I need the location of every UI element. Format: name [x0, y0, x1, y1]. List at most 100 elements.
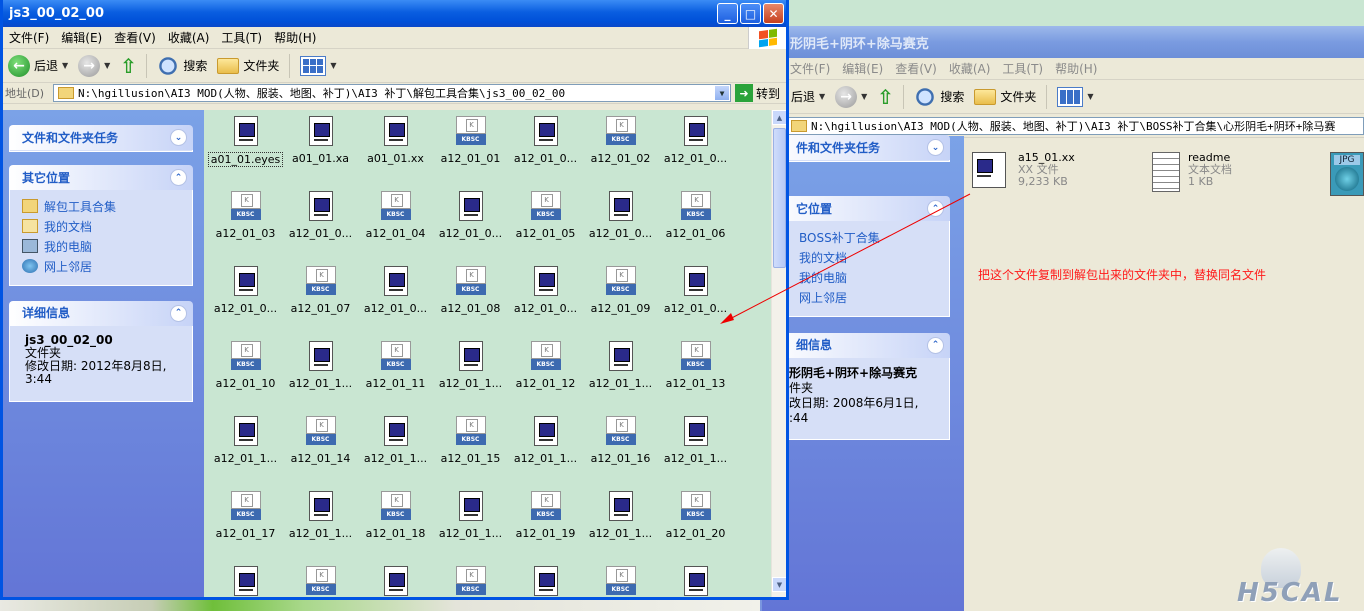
back-back-button[interactable]: 后退 ▼: [788, 86, 828, 107]
back-place-boss[interactable]: BOSS补丁合集: [787, 227, 949, 247]
file-item[interactable]: [508, 566, 583, 597]
chevron-up-icon[interactable]: ⌃: [927, 337, 944, 354]
file-item[interactable]: KBSC a12_01_06: [658, 191, 733, 240]
file-item[interactable]: KBSC a12_01_17: [208, 491, 283, 540]
file-item[interactable]: KBSC: [433, 566, 508, 597]
file-item[interactable]: KBSC a12_01_18: [358, 491, 433, 540]
file-item[interactable]: a12_01_1...: [583, 491, 658, 540]
file-item[interactable]: a12_01_0...: [433, 191, 508, 240]
back-file-jpg[interactable]: JPG: [1330, 152, 1364, 196]
back-place-my-computer[interactable]: 我的电脑: [787, 267, 949, 287]
back-place-network[interactable]: 网上邻居: [787, 287, 949, 307]
file-item[interactable]: KBSC a12_01_20: [658, 491, 733, 540]
folders-button[interactable]: 文件夹: [214, 55, 282, 76]
file-item[interactable]: KBSC a12_01_01: [433, 116, 508, 165]
place-my-documents[interactable]: 我的文档: [10, 216, 192, 236]
file-list-view[interactable]: a01_01.eyes a01_01.xa a01_01.xx KBSC a12_01_…: [204, 110, 771, 597]
back-folders-button[interactable]: 文件夹: [971, 86, 1039, 107]
tasks-header[interactable]: 文件和文件夹任务 ⌄: [9, 125, 193, 150]
chevron-down-icon[interactable]: ⌄: [170, 129, 187, 146]
back-details-header[interactable]: 细信息 ⌃: [768, 333, 950, 358]
file-item[interactable]: KBSC a12_01_08: [433, 266, 508, 315]
file-item[interactable]: KBSC a12_01_04: [358, 191, 433, 240]
places-header[interactable]: 其它位置 ⌃: [9, 165, 193, 190]
address-input[interactable]: N:\hgillusion\AI3 MOD(人物、服装、地图、补丁)\AI3 补…: [53, 84, 731, 102]
file-item[interactable]: KBSC a12_01_07: [283, 266, 358, 315]
place-unpack-tools[interactable]: 解包工具合集: [10, 196, 192, 216]
file-item[interactable]: KBSC a12_01_09: [583, 266, 658, 315]
chevron-up-icon[interactable]: ⌃: [170, 169, 187, 186]
file-item[interactable]: KBSC: [583, 566, 658, 597]
place-network[interactable]: 网上邻居: [10, 256, 192, 276]
file-item[interactable]: KBSC a12_01_03: [208, 191, 283, 240]
maximize-icon[interactable]: □: [740, 3, 761, 24]
back-menu-tools[interactable]: 工具(T): [996, 60, 1049, 77]
file-item[interactable]: a12_01_1...: [358, 416, 433, 465]
file-item[interactable]: KBSC a12_01_16: [583, 416, 658, 465]
back-button[interactable]: ← 后退 ▼: [5, 53, 71, 79]
back-menu-help[interactable]: 帮助(H): [1049, 60, 1103, 77]
views-button[interactable]: ▼: [297, 54, 339, 78]
file-item[interactable]: KBSC a12_01_05: [508, 191, 583, 240]
details-header[interactable]: 详细信息 ⌃: [9, 301, 193, 326]
address-dropdown-icon[interactable]: ▼: [713, 85, 730, 101]
front-title-bar[interactable]: js3_00_02_00 _ □ ✕: [3, 0, 786, 27]
file-item[interactable]: KBSC a12_01_19: [508, 491, 583, 540]
file-item[interactable]: KBSC a12_01_14: [283, 416, 358, 465]
back-menu-file[interactable]: 文件(F): [784, 60, 836, 77]
file-item[interactable]: KBSC a12_01_12: [508, 341, 583, 390]
back-title-bar[interactable]: 形阴毛+阴环+除马赛克: [762, 26, 1364, 58]
file-item[interactable]: a12_01_1...: [433, 341, 508, 390]
file-item[interactable]: a12_01_0...: [208, 266, 283, 315]
go-button[interactable]: ➜ 转到: [734, 84, 786, 102]
file-item[interactable]: a12_01_0...: [508, 266, 583, 315]
file-item[interactable]: KBSC a12_01_11: [358, 341, 433, 390]
back-forward-button[interactable]: → ▼: [832, 84, 870, 110]
menu-favorites[interactable]: 收藏(A): [162, 29, 216, 46]
file-item[interactable]: a01_01.xx: [358, 116, 433, 165]
dropdown-arrow-icon[interactable]: ▼: [62, 61, 68, 70]
file-item[interactable]: a12_01_1...: [283, 491, 358, 540]
back-search-button[interactable]: 搜索: [911, 84, 967, 110]
file-item[interactable]: a12_01_0...: [358, 266, 433, 315]
back-places-header[interactable]: 它位置 ⌃: [768, 196, 950, 221]
file-item[interactable]: a01_01.eyes: [208, 116, 283, 167]
file-item[interactable]: KBSC a12_01_10: [208, 341, 283, 390]
vertical-scrollbar[interactable]: ▲ ▼: [771, 110, 786, 597]
menu-edit[interactable]: 编辑(E): [55, 29, 108, 46]
chevron-up-icon[interactable]: ⌃: [927, 200, 944, 217]
back-place-my-documents[interactable]: 我的文档: [787, 247, 949, 267]
back-file-a15[interactable]: a15_01.xx XX 文件 9,233 KB: [970, 152, 1075, 192]
dropdown-arrow-icon[interactable]: ▼: [861, 92, 867, 101]
back-menu-view[interactable]: 查看(V): [889, 60, 943, 77]
back-file-readme[interactable]: readme 文本文档 1 KB: [1152, 152, 1232, 192]
minimize-icon[interactable]: _: [717, 3, 738, 24]
file-item[interactable]: a12_01_1...: [583, 341, 658, 390]
menu-file[interactable]: 文件(F): [3, 29, 55, 46]
back-menu-edit[interactable]: 编辑(E): [836, 60, 889, 77]
file-item[interactable]: KBSC a12_01_13: [658, 341, 733, 390]
dropdown-arrow-icon[interactable]: ▼: [819, 92, 825, 101]
menu-tools[interactable]: 工具(T): [215, 29, 268, 46]
search-button[interactable]: 搜索: [154, 53, 210, 79]
chevron-down-icon[interactable]: ⌄: [927, 139, 944, 156]
close-icon[interactable]: ✕: [763, 3, 784, 24]
menu-help[interactable]: 帮助(H): [268, 29, 322, 46]
file-item[interactable]: KBSC a12_01_15: [433, 416, 508, 465]
file-item[interactable]: a12_01_1...: [433, 491, 508, 540]
forward-button[interactable]: → ▼: [75, 53, 113, 79]
file-item[interactable]: [658, 566, 733, 597]
file-item[interactable]: [358, 566, 433, 597]
dropdown-arrow-icon[interactable]: ▼: [104, 61, 110, 70]
scroll-thumb[interactable]: [773, 128, 786, 268]
back-up-folder-icon[interactable]: ⇧: [874, 85, 896, 109]
file-item[interactable]: a12_01_0...: [658, 266, 733, 315]
scroll-down-icon[interactable]: ▼: [772, 577, 786, 592]
back-views-button[interactable]: ▼: [1054, 85, 1096, 109]
place-my-computer[interactable]: 我的电脑: [10, 236, 192, 256]
back-menu-favorites[interactable]: 收藏(A): [943, 60, 997, 77]
up-folder-icon[interactable]: ⇧: [117, 54, 139, 78]
file-item[interactable]: a12_01_0...: [583, 191, 658, 240]
file-item[interactable]: a12_01_1...: [658, 416, 733, 465]
menu-view[interactable]: 查看(V): [108, 29, 162, 46]
